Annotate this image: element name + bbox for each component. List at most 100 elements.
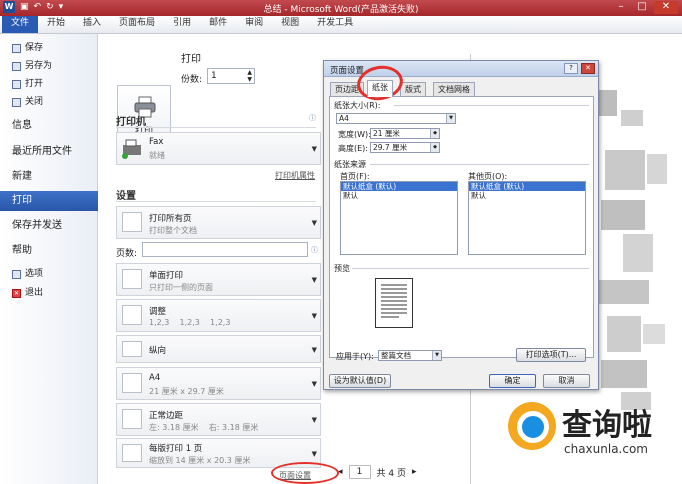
apply-to-value: 整篇文档 xyxy=(381,351,411,360)
print-range-select[interactable]: 打印所有页 打印整个文档 ▼ xyxy=(116,206,321,239)
apply-to-select[interactable]: 整篇文档 ▼ xyxy=(378,350,442,361)
nav-open-label: 打开 xyxy=(25,79,44,89)
nav-open[interactable]: 打开 xyxy=(0,76,98,93)
options-icon xyxy=(12,270,21,279)
other-pages-tray-list[interactable]: 默认纸盒 (默认) 默认 xyxy=(468,181,586,255)
list-item[interactable]: 默认 xyxy=(469,191,585,200)
tab-document-grid[interactable]: 文档网格 xyxy=(433,82,475,97)
paper-size-select[interactable]: A4 ▼ xyxy=(336,113,456,124)
chevron-down-icon: ▼ xyxy=(311,276,317,285)
info-icon[interactable]: ⓘ xyxy=(311,245,318,255)
nav-save-as[interactable]: 另存为 xyxy=(0,58,98,75)
collate-main: 调整 xyxy=(149,307,167,317)
nav-info[interactable]: 信息 xyxy=(0,116,98,136)
nav-save-label: 保存 xyxy=(25,43,44,53)
nav-help[interactable]: 帮助 xyxy=(0,241,98,261)
paper-size-select[interactable]: A4 21 厘米 x 29.7 厘米 ▼ xyxy=(116,367,321,400)
page-preview-thumbnail xyxy=(375,278,413,328)
nav-save-send[interactable]: 保存并发送 xyxy=(0,216,98,236)
divider xyxy=(394,105,589,106)
cancel-button[interactable]: 取消 xyxy=(543,374,590,388)
divider xyxy=(116,127,316,128)
print-options-button[interactable]: 打印选项(T)... xyxy=(516,348,586,362)
list-item[interactable]: 默认纸盒 (默认) xyxy=(341,182,457,191)
collate-select[interactable]: 调整 1,2,3 1,2,3 1,2,3 ▼ xyxy=(116,299,321,332)
minimize-icon[interactable]: – xyxy=(612,1,630,14)
tab-layout[interactable]: 版式 xyxy=(400,82,426,97)
print-range-sub: 打印整个文档 xyxy=(149,226,197,235)
divider xyxy=(370,164,589,165)
nav-print[interactable]: 打印 xyxy=(0,191,98,211)
chevron-down-icon: ▼ xyxy=(311,346,317,355)
margins-main: 正常边距 xyxy=(149,411,184,421)
spinner-icon[interactable]: ◆ xyxy=(430,143,439,152)
nav-exit[interactable]: ✕ 退出 xyxy=(0,285,98,302)
title-bar: W ▣ ↶ ↻ ▾ 总结 - Microsoft Word(产品激活失败) – … xyxy=(0,0,682,16)
width-label: 宽度(W): xyxy=(338,130,371,139)
sides-select[interactable]: 单面打印 只打印一侧的页面 ▼ xyxy=(116,263,321,296)
nav-close[interactable]: 关闭 xyxy=(0,94,98,111)
next-page-icon[interactable]: ▸ xyxy=(412,467,417,477)
help-icon[interactable]: ? xyxy=(564,63,578,74)
nav-recent[interactable]: 最近所用文件 xyxy=(0,142,98,162)
nav-new[interactable]: 新建 xyxy=(0,167,98,187)
tab-insert[interactable]: 插入 xyxy=(74,16,110,33)
pages-per-sheet-icon xyxy=(122,444,142,462)
orientation-select[interactable]: 纵向 ▼ xyxy=(116,335,321,363)
tab-view[interactable]: 视图 xyxy=(272,16,308,33)
height-label: 高度(E): xyxy=(338,144,368,153)
tab-developer[interactable]: 开发工具 xyxy=(308,16,362,33)
close-icon[interactable]: ✕ xyxy=(581,63,595,74)
page-number-input[interactable]: 1 xyxy=(348,465,371,479)
close-icon[interactable]: ✕ xyxy=(654,1,678,14)
page-navigator: ◂ 1 共 4 页 ▸ xyxy=(338,465,417,479)
spinner-icon[interactable]: ▲ ▼ xyxy=(247,69,252,83)
backstage-nav: 保存 另存为 打开 关闭 信息 最近所用文件 新建 打印 保存并发送 帮助 选项… xyxy=(0,34,98,484)
height-value: 29.7 厘米 xyxy=(373,143,408,152)
height-input[interactable]: 29.7 厘米 ◆ xyxy=(370,142,440,153)
nav-options-label: 选项 xyxy=(25,269,44,279)
blurred-content xyxy=(601,200,645,230)
copies-input[interactable]: 1 ▲ ▼ xyxy=(207,68,255,84)
window-controls: – □ ✕ xyxy=(612,1,678,14)
copies-label: 份数: xyxy=(181,75,203,85)
maximize-icon[interactable]: □ xyxy=(633,1,651,14)
printer-status: 就绪 xyxy=(149,151,165,160)
printer-heading: 打印机 xyxy=(116,117,146,128)
single-side-icon xyxy=(122,269,142,289)
list-item[interactable]: 默认纸盒 (默认) xyxy=(469,182,585,191)
first-page-tray-list[interactable]: 默认纸盒 (默认) 默认 xyxy=(340,181,458,255)
orientation-main: 纵向 xyxy=(149,346,167,356)
tab-page-layout[interactable]: 页面布局 xyxy=(110,16,164,33)
paper-main: A4 xyxy=(149,373,161,383)
chevron-down-icon: ▼ xyxy=(432,351,441,360)
preview-group-label: 预览 xyxy=(334,264,350,273)
watermark-site: chaxunla.com xyxy=(564,442,648,456)
width-input[interactable]: 21 厘米 ◆ xyxy=(370,128,440,139)
spinner-icon[interactable]: ◆ xyxy=(430,129,439,138)
margins-select[interactable]: 正常边距 左: 3.18 厘米 右: 3.18 厘米 ▼ xyxy=(116,403,321,436)
set-default-button[interactable]: 设为默认值(D) xyxy=(329,374,391,388)
page-total: 共 4 页 xyxy=(376,468,406,479)
tab-home[interactable]: 开始 xyxy=(38,16,74,33)
margins-sub: 左: 3.18 厘米 右: 3.18 厘米 xyxy=(149,423,259,432)
tab-references[interactable]: 引用 xyxy=(164,16,200,33)
sides-main: 单面打印 xyxy=(149,271,184,281)
nav-options[interactable]: 选项 xyxy=(0,266,98,283)
blurred-content xyxy=(647,154,667,184)
tab-review[interactable]: 审阅 xyxy=(236,16,272,33)
nav-save[interactable]: 保存 xyxy=(0,40,98,57)
tab-paper[interactable]: 纸张 xyxy=(367,80,393,97)
info-icon[interactable]: ⓘ xyxy=(309,113,316,123)
chevron-down-icon: ▼ xyxy=(311,416,317,425)
blurred-content xyxy=(605,150,645,190)
printer-properties-link[interactable]: 打印机属性 xyxy=(275,170,315,181)
divider xyxy=(116,201,316,202)
pages-input[interactable] xyxy=(142,242,308,257)
list-item[interactable]: 默认 xyxy=(341,191,457,200)
printer-select[interactable]: Fax 就绪 ▼ xyxy=(116,132,321,165)
tab-file[interactable]: 文件 xyxy=(2,16,39,33)
ok-button[interactable]: 确定 xyxy=(489,374,536,388)
tab-mailings[interactable]: 邮件 xyxy=(200,16,236,33)
pages-label: 页数: xyxy=(116,249,138,259)
